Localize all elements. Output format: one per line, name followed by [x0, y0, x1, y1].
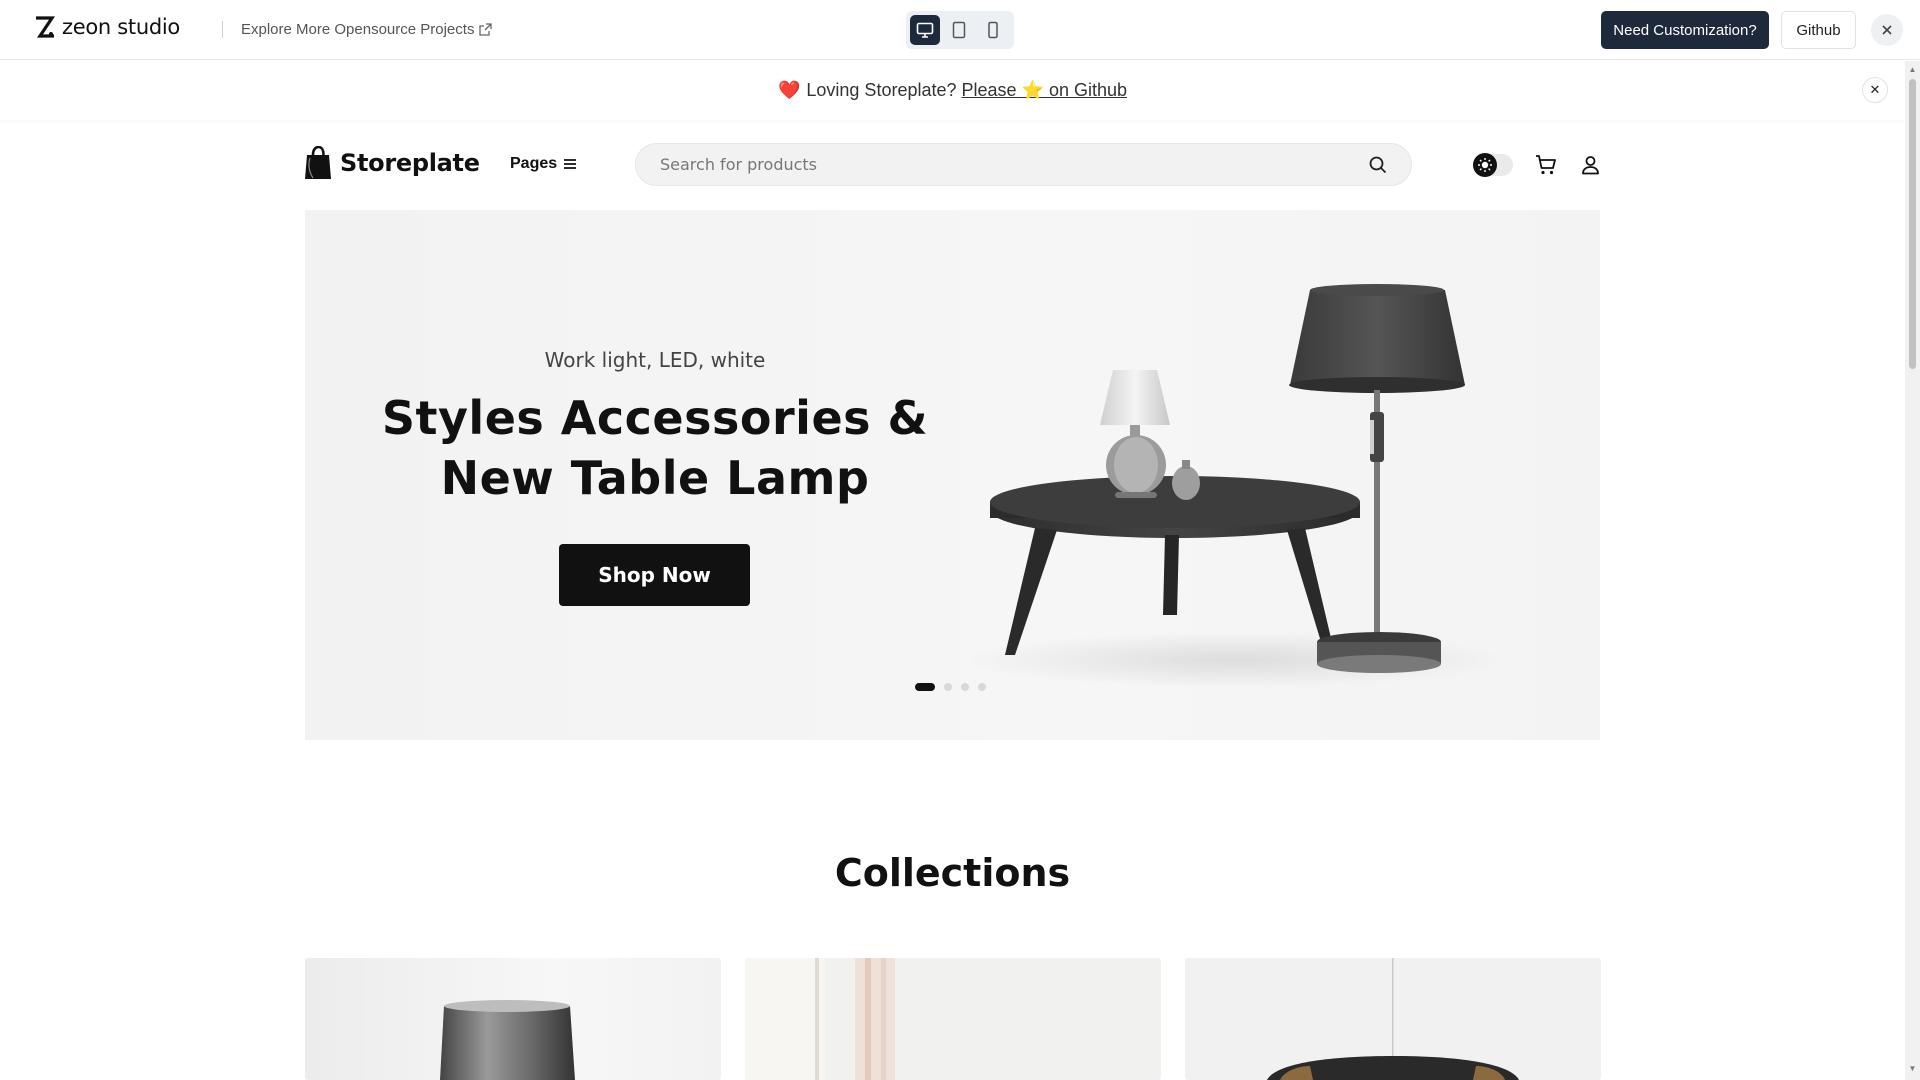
pages-menu-button[interactable]: Pages	[510, 155, 577, 173]
hero-subtitle: Work light, LED, white	[544, 348, 766, 372]
mobile-preview-button[interactable]	[978, 15, 1008, 45]
slide-dot-4[interactable]	[978, 683, 986, 691]
close-icon: ✕	[1869, 82, 1881, 97]
heart-icon: ❤️	[777, 80, 801, 100]
zeon-studio-mark-icon	[36, 16, 55, 38]
demo-top-bar: zeon studio Explore More Opensource Proj…	[0, 0, 1920, 60]
github-button[interactable]: Github	[1781, 11, 1856, 49]
slide-dot-2[interactable]	[944, 683, 952, 691]
need-customization-button[interactable]: Need Customization?	[1601, 11, 1769, 49]
slider-pagination	[915, 683, 986, 691]
desktop-icon	[916, 22, 934, 38]
slide-dot-3[interactable]	[961, 683, 969, 691]
hero-product-image	[965, 284, 1505, 688]
scroll-up-arrow-icon[interactable]: ▲	[1908, 65, 1917, 74]
hero-title: Styles Accessories & New Table Lamp	[305, 388, 1005, 508]
tablet-preview-button[interactable]	[944, 15, 974, 45]
collections-heading: Collections	[834, 851, 1071, 895]
divider	[222, 21, 223, 38]
hero-slider: Work light, LED, white Styles Accessorie…	[305, 210, 1600, 740]
hero-title-line-2: New Table Lamp	[440, 451, 870, 505]
theme-toggle-knob	[1473, 153, 1497, 177]
page-scrollbar[interactable]: ▲ ▼	[1905, 61, 1920, 1080]
mobile-icon	[988, 21, 998, 39]
scroll-thumb[interactable]	[1909, 79, 1916, 369]
tablet-icon	[952, 21, 966, 39]
collection-card-lamp[interactable]	[305, 958, 721, 1080]
zeon-studio-brand: zeon studio	[62, 15, 180, 39]
storeplate-logo[interactable]: Storeplate	[304, 146, 480, 180]
search-icon[interactable]	[1369, 156, 1387, 174]
close-announcement-button[interactable]: ✕	[1862, 77, 1888, 103]
pages-menu-label: Pages	[510, 155, 558, 172]
desktop-preview-button[interactable]	[910, 15, 940, 45]
theme-toggle[interactable]	[1473, 153, 1513, 177]
cart-button[interactable]	[1535, 154, 1557, 181]
collection-lamp-image	[440, 1000, 575, 1080]
collection-pendant-image	[1267, 958, 1519, 1080]
hero-title-line-1: Styles Accessories &	[381, 391, 929, 445]
storeplate-brand: Storeplate	[340, 149, 480, 177]
account-button[interactable]	[1581, 155, 1600, 180]
menu-icon	[564, 159, 577, 169]
explore-projects-label: Explore More Opensource Projects	[241, 21, 475, 38]
device-preview-switch	[906, 11, 1014, 49]
slide-dot-1[interactable]	[915, 683, 935, 691]
search-input[interactable]	[660, 155, 1369, 174]
search-bar	[635, 143, 1412, 186]
shop-now-button[interactable]: Shop Now	[559, 544, 750, 606]
collection-card-pendant[interactable]	[1185, 958, 1601, 1080]
cart-icon	[1536, 155, 1556, 175]
close-demo-bar-button[interactable]	[1871, 14, 1903, 46]
scroll-down-arrow-icon[interactable]: ▼	[1908, 1064, 1917, 1073]
github-star-link[interactable]: Please ⭐ on Github	[962, 80, 1128, 101]
close-icon	[1882, 25, 1892, 35]
announcement-text: Loving Storeplate?	[806, 80, 957, 100]
explore-projects-link[interactable]: Explore More Opensource Projects	[241, 21, 493, 38]
sun-icon	[1478, 158, 1492, 172]
collection-interior-image	[745, 958, 1161, 1080]
announcement-bar: ❤️ Loving Storeplate? Please ⭐ on Github…	[0, 61, 1905, 120]
collection-card-interior[interactable]	[745, 958, 1161, 1080]
user-icon	[1582, 156, 1599, 175]
zeon-studio-logo[interactable]: zeon studio	[34, 15, 180, 39]
shopping-bag-logo-icon	[305, 146, 331, 179]
external-link-icon	[479, 23, 493, 36]
